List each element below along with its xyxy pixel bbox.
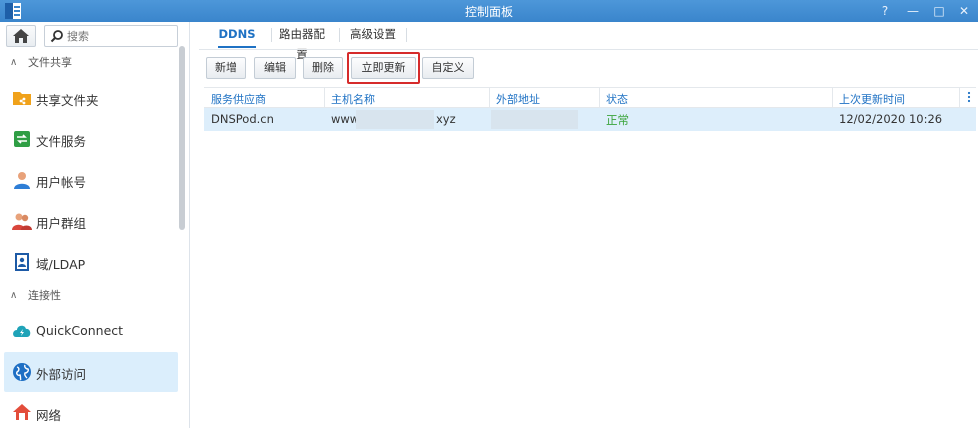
cell-hostname-prefix: www bbox=[331, 112, 360, 126]
shared-folder-icon bbox=[13, 92, 31, 105]
main-panel: DDNS 路由器配置 高级设置 新增 编辑 删除 立即更新 自定义 服务供应商 … bbox=[191, 22, 978, 428]
sidebar-item-shared-folder[interactable]: 共享文件夹 bbox=[4, 78, 178, 118]
network-icon bbox=[13, 404, 31, 420]
sidebar-item-label: 域/LDAP bbox=[36, 257, 86, 272]
tab-advanced-settings[interactable]: 高级设置 bbox=[349, 24, 397, 48]
customize-button[interactable]: 自定义 bbox=[422, 57, 474, 79]
add-button[interactable]: 新增 bbox=[206, 57, 246, 79]
user-icon bbox=[14, 172, 30, 189]
tab-divider bbox=[406, 28, 407, 42]
close-button[interactable]: ✕ bbox=[954, 2, 974, 20]
search-field[interactable] bbox=[44, 25, 178, 47]
tab-divider bbox=[271, 28, 272, 42]
quickconnect-icon bbox=[13, 325, 31, 337]
tab-active-indicator bbox=[218, 46, 256, 48]
minimize-button[interactable]: — bbox=[903, 2, 923, 20]
ldap-icon bbox=[15, 253, 29, 271]
tab-label: 路由器配置 bbox=[279, 27, 325, 61]
table-header: 服务供应商 主机名称 外部地址 状态 上次更新时间 bbox=[204, 87, 976, 108]
sidebar-item-label: 用户帐号 bbox=[36, 175, 87, 190]
tab-bar-border bbox=[199, 49, 978, 50]
search-input[interactable] bbox=[67, 28, 172, 44]
tab-router-config[interactable]: 路由器配置 bbox=[277, 24, 327, 61]
cell-status: 正常 bbox=[606, 113, 629, 127]
column-divider bbox=[959, 88, 960, 108]
column-menu-icon[interactable] bbox=[966, 91, 972, 103]
tab-label: DDNS bbox=[218, 27, 256, 41]
title-bar: 控制面板 ? — □ ✕ bbox=[0, 0, 978, 22]
tab-divider bbox=[339, 28, 340, 42]
sidebar-item-label: 用户群组 bbox=[36, 216, 87, 231]
cell-hostname-suffix: xyz bbox=[436, 112, 456, 126]
sidebar-item-quickconnect[interactable]: QuickConnect bbox=[4, 311, 178, 351]
column-divider bbox=[489, 88, 490, 108]
column-header-provider[interactable]: 服务供应商 bbox=[211, 91, 266, 107]
section-file-sharing[interactable]: ∧ 文件共享 bbox=[0, 52, 180, 74]
table-row[interactable]: DNSPod.cn www xyz 正常 12/02/2020 10:26 bbox=[204, 108, 976, 131]
redacted-external-address bbox=[491, 110, 578, 129]
section-connectivity[interactable]: ∧ 连接性 bbox=[0, 285, 180, 307]
column-header-last-update[interactable]: 上次更新时间 bbox=[839, 91, 905, 107]
cell-last-update: 12/02/2020 10:26 bbox=[839, 112, 943, 126]
sidebar-item-label: 外部访问 bbox=[36, 367, 87, 382]
home-button[interactable] bbox=[6, 25, 36, 47]
window-title: 控制面板 bbox=[464, 5, 513, 19]
tab-label: 高级设置 bbox=[350, 27, 396, 41]
section-label: 文件共享 bbox=[28, 56, 72, 69]
column-divider bbox=[599, 88, 600, 108]
section-label: 连接性 bbox=[28, 289, 61, 302]
search-icon bbox=[50, 30, 63, 43]
chevron-up-icon: ∧ bbox=[10, 57, 18, 68]
highlight-annotation bbox=[347, 52, 420, 84]
sidebar-item-user-account[interactable]: 用户帐号 bbox=[4, 160, 178, 200]
sidebar-item-label: 共享文件夹 bbox=[36, 93, 99, 108]
edit-button[interactable]: 编辑 bbox=[254, 57, 296, 79]
group-icon bbox=[12, 213, 32, 230]
column-divider bbox=[324, 88, 325, 108]
sidebar-item-domain-ldap[interactable]: 域/LDAP bbox=[4, 242, 178, 282]
sidebar-item-file-services[interactable]: 文件服务 bbox=[4, 119, 178, 159]
globe-icon bbox=[13, 363, 31, 381]
column-header-status[interactable]: 状态 bbox=[606, 91, 628, 107]
delete-button[interactable]: 删除 bbox=[303, 57, 343, 79]
cell-provider: DNSPod.cn bbox=[211, 112, 274, 126]
column-header-external-address[interactable]: 外部地址 bbox=[496, 91, 540, 107]
chevron-up-icon: ∧ bbox=[10, 290, 18, 301]
sidebar-item-label: QuickConnect bbox=[36, 323, 124, 338]
sidebar-item-label: 网络 bbox=[36, 408, 62, 423]
column-divider bbox=[832, 88, 833, 108]
sidebar-scrollbar[interactable] bbox=[179, 46, 185, 230]
column-header-hostname[interactable]: 主机名称 bbox=[331, 91, 375, 107]
tab-ddns[interactable]: DDNS bbox=[218, 24, 256, 48]
sidebar-item-label: 文件服务 bbox=[36, 134, 87, 149]
maximize-button[interactable]: □ bbox=[929, 2, 949, 20]
sidebar-item-network[interactable]: 网络 bbox=[4, 393, 178, 428]
sidebar: ∧ 文件共享 共享文件夹 文件服务 用户帐号 用户群组 bbox=[0, 22, 190, 428]
sidebar-item-external-access[interactable]: 外部访问 bbox=[4, 352, 178, 392]
home-icon bbox=[13, 29, 29, 43]
help-button[interactable]: ? bbox=[875, 2, 895, 20]
redacted-hostname bbox=[356, 110, 434, 129]
sidebar-item-user-group[interactable]: 用户群组 bbox=[4, 201, 178, 241]
file-services-icon bbox=[14, 131, 30, 147]
